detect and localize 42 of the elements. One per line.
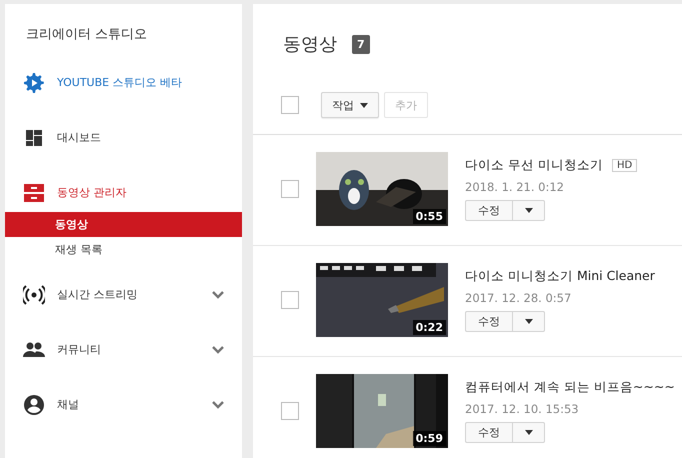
dropdown-button[interactable] (513, 200, 545, 221)
submenu-item[interactable]: 동영상 (5, 212, 242, 237)
edit-button[interactable]: 수정 (465, 422, 513, 443)
duration-label: 0:59 (412, 431, 446, 446)
dropdown-button[interactable] (513, 422, 545, 443)
submenu-item[interactable]: 재생 목록 (5, 237, 242, 262)
nav-item[interactable]: 실시간 스트리밍 (5, 267, 242, 322)
checkbox[interactable] (281, 180, 299, 198)
caret-icon (360, 102, 368, 108)
upload-date: 2017. 12. 10. 15:53 (465, 402, 580, 416)
account-icon (23, 394, 45, 416)
duration-label: 0:22 (412, 320, 446, 335)
checkbox[interactable] (281, 402, 299, 420)
video-title[interactable]: 컴퓨터에서 계속 되는 비프음~~~~ (465, 379, 675, 396)
studio-title: 크리에이터 스튜디오 (25, 26, 148, 44)
chevron-down-icon (212, 400, 224, 408)
hd-badge: HD (612, 159, 638, 172)
upload-date: 2018. 1. 21. 0:12 (465, 180, 565, 194)
nav-item[interactable]: YOUTUBE 스튜디오 베타 (5, 55, 242, 110)
caret-icon (524, 430, 532, 435)
video-title[interactable]: 다이소 무선 미니청소기 (465, 157, 603, 174)
caret-icon (524, 208, 532, 213)
checkbox[interactable] (281, 291, 299, 309)
edit-button[interactable]: 수정 (465, 311, 513, 332)
page-title: 동영상 (283, 33, 337, 56)
broadcast-icon (23, 284, 45, 306)
video-title[interactable]: 다이소 미니청소기 Mini Cleaner (465, 268, 655, 285)
nav-item[interactable]: 채널 (5, 377, 242, 432)
nav-item[interactable]: 커뮤니티 (5, 322, 242, 377)
nav-item[interactable]: 대시보드 (5, 110, 242, 165)
gear-icon (23, 72, 45, 94)
duration-label: 0:55 (412, 209, 446, 224)
caret-icon (524, 319, 532, 324)
dropdown-button[interactable] (513, 311, 545, 332)
chevron-down-icon (212, 290, 224, 298)
edit-button[interactable]: 수정 (465, 200, 513, 221)
checkbox[interactable] (281, 96, 299, 114)
upload-date: 2017. 12. 28. 0:57 (465, 291, 572, 305)
count-badge: 7 (352, 34, 370, 54)
actions-button[interactable]: 작업 (321, 92, 379, 118)
chevron-down-icon (212, 346, 224, 354)
video-manager-icon (23, 182, 45, 204)
